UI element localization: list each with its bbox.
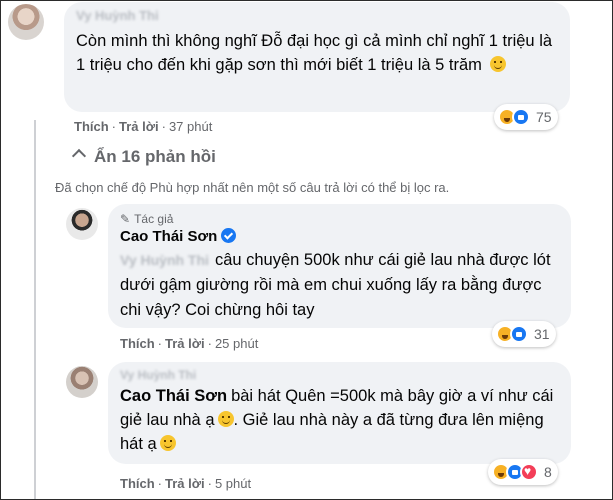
reaction-summary[interactable]: 31 — [492, 321, 556, 347]
reply-link[interactable]: Trả lời — [165, 476, 205, 491]
reaction-count: 8 — [544, 464, 552, 480]
comment-actions: Thích · Trả lời · 37 phút — [74, 119, 213, 134]
verified-icon — [221, 228, 237, 243]
like-link[interactable]: Thích — [74, 119, 109, 134]
reaction-summary[interactable]: 75 — [494, 104, 558, 130]
comment-bubble: Vy Huỳnh Thi Còn mình thì không nghĩ Đỗ … — [64, 2, 570, 112]
smiley-icon — [217, 411, 234, 427]
reply-link[interactable]: Trả lời — [165, 336, 205, 351]
like-link[interactable]: Thích — [120, 476, 155, 491]
mention-tag[interactable]: Vy Huỳnh Thi — [120, 252, 209, 268]
reply-text: Vy Huỳnh Thi câu chuyện 500k như cái giẻ … — [120, 248, 559, 323]
reply-actions: Thích · Trả lời · 25 phút — [120, 336, 259, 351]
like-link[interactable]: Thích — [120, 336, 155, 351]
reply-link[interactable]: Trả lời — [119, 119, 159, 134]
reply-bubble: ✎ Tác giả Cao Thái Sơn Vy Huỳnh Thi câu c… — [108, 204, 571, 328]
avatar-author[interactable] — [66, 208, 98, 240]
avatar-commenter[interactable] — [66, 366, 98, 398]
hide-replies-label: Ẩn 16 phản hồi — [94, 147, 216, 166]
reaction-count: 75 — [536, 109, 552, 125]
reply-time[interactable]: 5 phút — [215, 476, 251, 491]
filter-note: Đã chọn chế độ Phù hợp nhất nên một số c… — [55, 180, 450, 195]
smiley-icon — [489, 56, 506, 72]
reaction-count: 31 — [534, 326, 550, 342]
reaction-summary[interactable]: 8 — [488, 459, 558, 485]
hide-replies-toggle[interactable]: Ẩn 16 phản hồi — [71, 147, 216, 167]
chevron-up-icon — [71, 148, 87, 164]
author-badge: ✎ Tác giả — [120, 212, 559, 226]
reply-actions: Thích · Trả lời · 5 phút — [120, 476, 252, 491]
reply-bubble: Vy Huỳnh Thi Cao Thái Sơn bài hát Quên =5… — [108, 362, 571, 464]
like-icon — [510, 325, 528, 343]
pencil-icon: ✎ — [120, 212, 131, 226]
like-icon — [512, 108, 530, 126]
author-badge-label: Tác giả — [134, 212, 174, 226]
reply-author-row: Cao Thái Sơn — [120, 228, 559, 246]
reply-author[interactable]: Cao Thái Sơn — [120, 228, 217, 245]
love-icon — [520, 463, 538, 481]
reply-text: Cao Thái Sơn bài hát Quên =500k mà bây gi… — [120, 384, 559, 456]
avatar-commenter[interactable] — [8, 4, 44, 40]
comment-text-body: Còn mình thì không nghĩ Đỗ đại học gì cả… — [76, 32, 553, 74]
thread-line — [34, 120, 36, 500]
reply-time[interactable]: 25 phút — [215, 336, 258, 351]
mention-tag[interactable]: Cao Thái Sơn — [120, 387, 227, 405]
comment-text: Còn mình thì không nghĩ Đỗ đại học gì cả… — [76, 29, 558, 77]
comment-time[interactable]: 37 phút — [169, 119, 212, 134]
smiley-icon — [159, 435, 176, 451]
comment-author[interactable]: Vy Huỳnh Thi — [76, 8, 558, 23]
reply-author[interactable]: Vy Huỳnh Thi — [120, 368, 559, 382]
